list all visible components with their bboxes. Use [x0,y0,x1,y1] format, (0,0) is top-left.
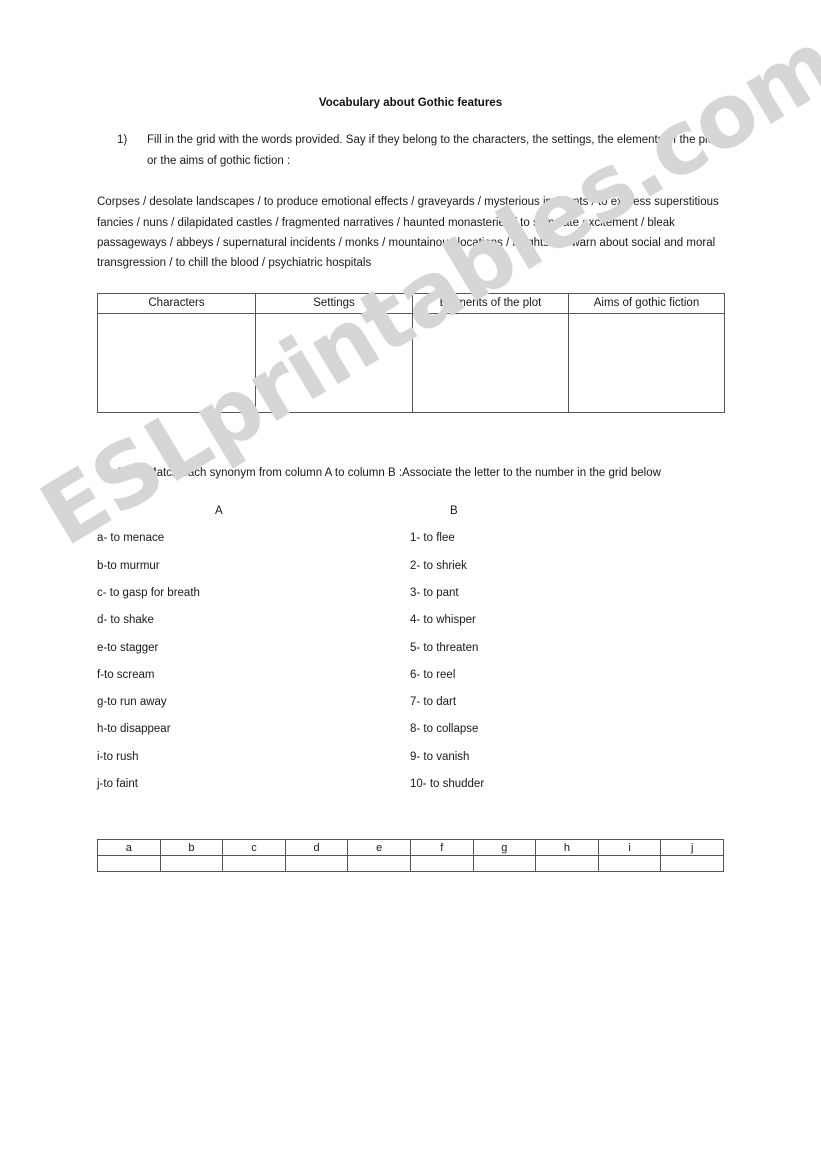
column-a-item: d- to shake [97,614,154,627]
answer-grid-letter: h [535,839,599,857]
answer-grid-cell[interactable] [347,855,411,873]
answer-grid-letter: e [347,839,411,857]
category-table: Characters Settings Elements of the plot… [97,292,725,413]
answer-grid-letter: j [660,839,724,857]
answer-grid-letter: i [597,839,662,857]
exercise-1-instruction-text: Fill in the grid with the words provided… [147,134,718,167]
answer-grid-letter: d [284,839,349,857]
column-b-item: 2- to shriek [410,559,467,572]
answer-grid-letter: a [97,839,161,857]
answer-grid-letter: c [222,839,286,857]
worksheet-content: Vocabulary about Gothic features 1) Fill… [97,0,725,873]
answer-grid-answer-row [97,855,724,873]
column-a-item: g-to run away [97,696,167,709]
synonym-row: d- to shake 4- to whisper [97,614,724,641]
exercise-2: 2) Match each synonym from column A to c… [97,463,724,873]
column-b-item: 3- to pant [410,586,459,599]
column-a-item: b-to murmur [97,559,160,572]
answer-grid-letter: g [472,839,537,857]
column-a-item: f-to scream [97,668,155,681]
column-a-item: c- to gasp for breath [97,586,200,599]
answer-grid: a b c d e f g h i j [97,839,724,873]
answer-grid-cell[interactable] [535,855,599,873]
column-b-item: 1- to flee [410,532,455,545]
category-header-aims: Aims of gothic fiction [568,292,725,314]
exercise-1-number: 1) [117,134,128,147]
column-b-item: 7- to dart [410,696,457,709]
answer-grid-cell[interactable] [222,855,286,873]
category-header-characters: Characters [97,292,256,314]
category-cell-characters[interactable] [97,312,256,413]
column-b-header: B [450,505,458,518]
column-b-item: 4- to whisper [410,614,476,627]
answer-grid-letter-row: a b c d e f g h i j [97,839,724,857]
worksheet-page: ESLprintables.com Vocabulary about Gothi… [0,0,821,1161]
exercise-2-number: 2) [117,466,128,479]
exercise-2-instruction-text: Match each synonym from column A to colu… [147,466,661,479]
column-a-item: i-to rush [97,750,139,763]
synonym-row: h-to disappear 8- to collapse [97,723,724,750]
column-a-item: h-to disappear [97,723,171,736]
category-header-elements: Elements of the plot [412,292,569,314]
word-bank: Corpses / desolate landscapes / to produ… [97,196,719,270]
synonym-row: a- to menace 1- to flee [97,532,724,559]
answer-grid-cell[interactable] [660,855,724,873]
synonym-row: i-to rush 9- to vanish [97,751,724,778]
category-header-settings: Settings [255,292,413,314]
category-cell-elements[interactable] [412,312,569,413]
column-a-item: e-to stagger [97,641,159,654]
exercise-1-instruction: 1) Fill in the grid with the words provi… [97,130,724,171]
answer-grid-letter: b [159,839,224,857]
category-cell-settings[interactable] [255,312,413,413]
category-table-row [97,312,725,413]
column-a-item: a- to menace [97,532,165,545]
category-cell-aims[interactable] [568,312,725,413]
synonym-row: j-to faint 10- to shudder [97,778,724,805]
column-b-item: 5- to threaten [410,641,479,654]
answer-grid-cell[interactable] [597,855,662,873]
column-a-header: A [215,505,223,518]
column-b-item: 10- to shudder [410,778,485,791]
answer-grid-letter: f [409,839,474,857]
answer-grid-cell[interactable] [409,855,474,873]
category-table-header-row: Characters Settings Elements of the plot… [97,292,725,314]
answer-grid-cell[interactable] [97,855,161,873]
column-b-item: 9- to vanish [410,750,470,763]
exercise-2-instruction: 2) Match each synonym from column A to c… [97,463,724,483]
page-title: Vocabulary about Gothic features [318,97,503,109]
synonym-list: a- to menace 1- to flee b-to murmur 2- t… [97,532,724,805]
answer-grid-cell[interactable] [159,855,224,873]
answer-grid-cell[interactable] [284,855,349,873]
synonym-row: e-to stagger 5- to threaten [97,642,724,669]
synonym-row: f-to scream 6- to reel [97,669,724,696]
synonym-row: g-to run away 7- to dart [97,696,724,723]
column-b-item: 8- to collapse [410,723,479,736]
answer-grid-cell[interactable] [472,855,537,873]
synonym-column-headers: A B [97,505,724,532]
synonym-row: c- to gasp for breath 3- to pant [97,587,724,614]
column-a-item: j-to faint [97,778,138,791]
column-b-item: 6- to reel [410,668,456,681]
synonym-row: b-to murmur 2- to shriek [97,560,724,587]
